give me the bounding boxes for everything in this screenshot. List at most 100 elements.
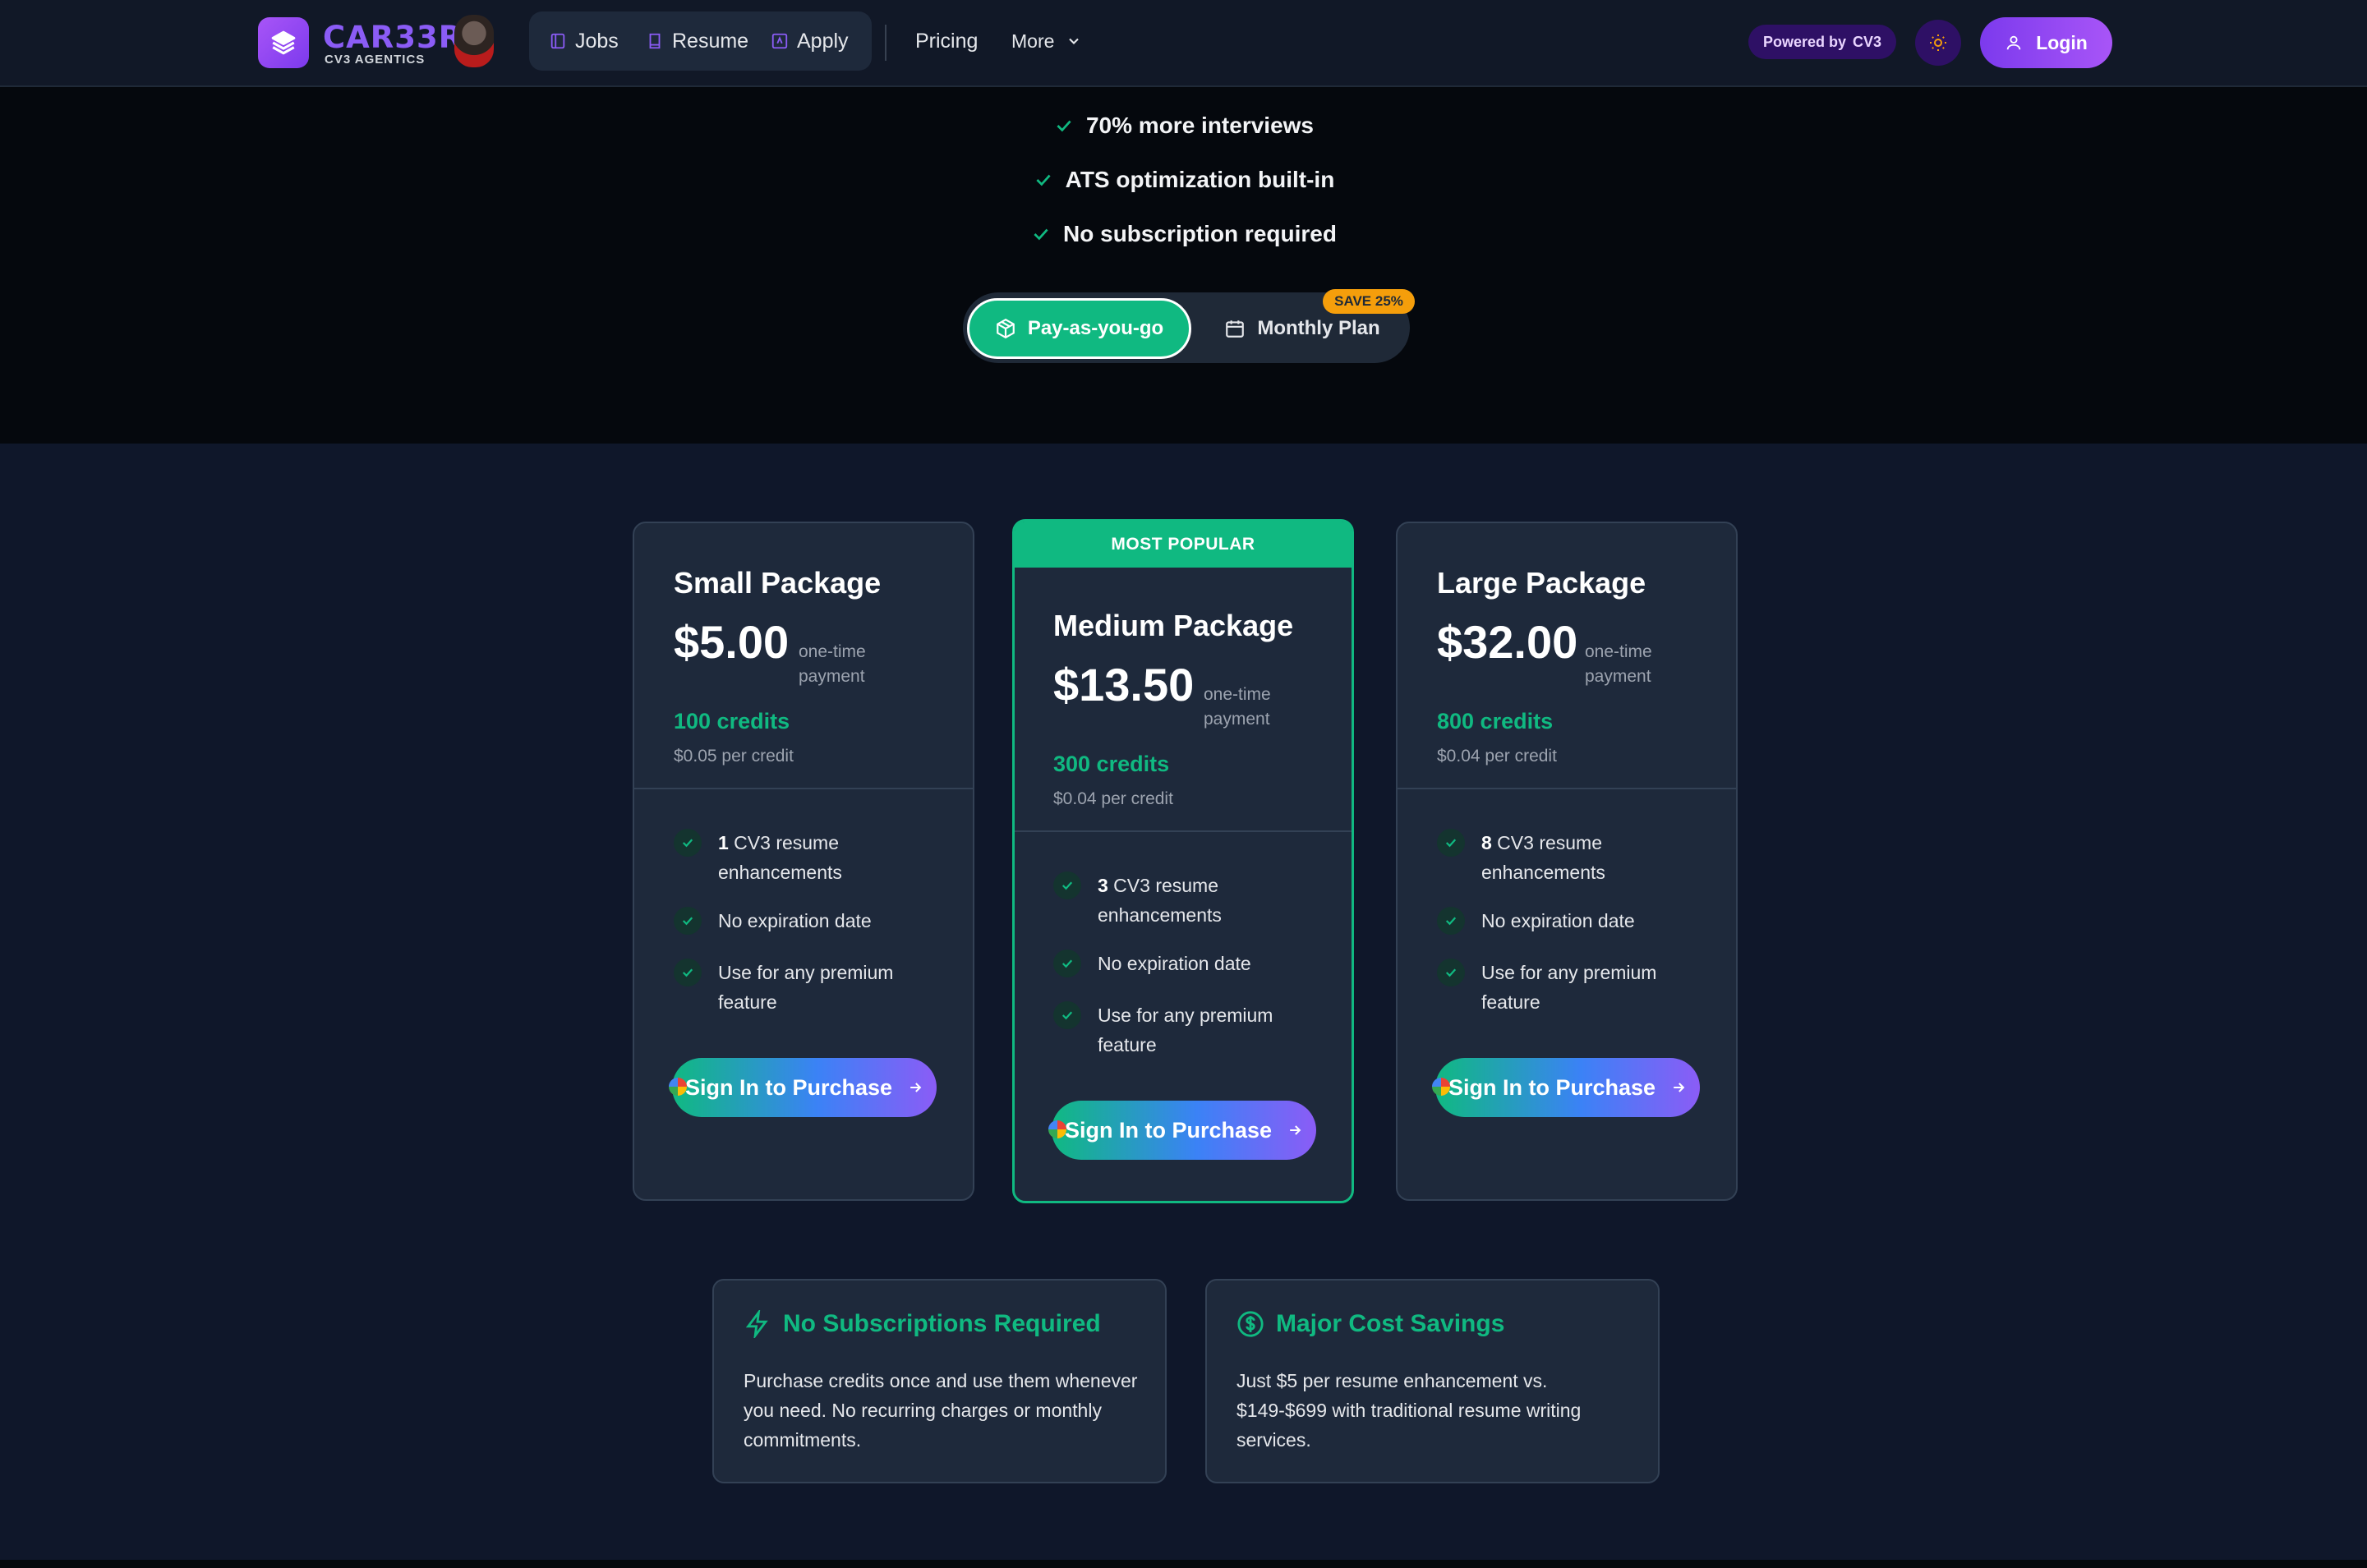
check-icon <box>1036 174 1051 186</box>
nav-resume[interactable]: Resume <box>646 11 748 71</box>
brand-name[interactable]: CAR33R <box>323 20 463 55</box>
check-circle-icon <box>1053 1001 1081 1029</box>
logo-layers-icon[interactable] <box>258 17 309 68</box>
feature-text: No expiration date <box>1098 953 1251 974</box>
google-icon <box>1048 1120 1066 1138</box>
nav-apply[interactable]: Apply <box>771 11 849 71</box>
feature-item: Use for any premium feature <box>674 958 932 1017</box>
user-icon <box>2006 35 2021 50</box>
hero-section: 70% more interviews ATS optimization bui… <box>0 87 2367 444</box>
feature-text: 8 CV3 resume enhancements <box>1481 832 1605 883</box>
feature-text: No expiration date <box>718 910 872 931</box>
arrow-right-icon <box>1290 1125 1301 1135</box>
info-title-label: No Subscriptions Required <box>783 1310 1101 1337</box>
bookmark-icon <box>649 33 661 49</box>
info-body: Purchase credits once and use them whene… <box>744 1370 1138 1451</box>
book-icon <box>550 33 565 49</box>
feature-item: 8 CV3 resume enhancements <box>1437 828 1695 887</box>
nav-pricing-label: Pricing <box>915 29 979 53</box>
nav-divider <box>885 25 886 61</box>
nav-more-label: More <box>1011 30 1055 52</box>
pay-as-you-go-tab[interactable]: Pay-as-you-go <box>967 298 1191 359</box>
footer-edge <box>0 1560 2367 1568</box>
package-price: $13.50 <box>1053 659 1195 710</box>
sun-icon <box>1930 34 1946 51</box>
card-divider <box>634 788 973 789</box>
card-divider <box>1398 788 1736 789</box>
powered-by-badge[interactable]: Powered by CV3 <box>1748 25 1896 59</box>
feature-item: Use for any premium feature <box>1437 958 1695 1017</box>
benefit-item: No subscription required <box>0 221 2367 247</box>
sparkle-square-icon <box>771 33 788 49</box>
nav-jobs-label: Jobs <box>575 29 619 53</box>
benefit-item: 70% more interviews <box>0 113 2367 139</box>
package-price: $5.00 <box>674 616 790 668</box>
nav-pricing[interactable]: Pricing <box>915 11 978 71</box>
feature-item: No expiration date <box>1437 906 1695 936</box>
nav-apply-label: Apply <box>797 29 849 53</box>
lightning-icon <box>745 1310 768 1338</box>
powered-by-brand: CV3 <box>1853 33 1882 50</box>
login-button[interactable]: Login <box>1980 17 2112 68</box>
pricing-card-small: Small Package $5.00 one-time payment 100… <box>633 522 974 1201</box>
save-badge: SAVE 25% <box>1323 289 1415 314</box>
check-circle-icon <box>674 907 702 935</box>
package-name: Small Package <box>674 566 882 600</box>
info-title: No Subscriptions Required <box>744 1310 1101 1338</box>
feature-text: Use for any premium feature <box>1098 1005 1273 1055</box>
nav-resume-label: Resume <box>672 29 749 53</box>
info-title: Major Cost Savings <box>1236 1310 1504 1338</box>
package-credits: 300 credits <box>1053 752 1170 776</box>
benefit-label: ATS optimization built-in <box>1065 167 1335 192</box>
pricing-card-medium: MOST POPULAR Medium Package $13.50 one-t… <box>1012 519 1354 1203</box>
feature-item: Use for any premium feature <box>1053 1000 1311 1060</box>
per-credit-price: $0.05 per credit <box>674 747 794 766</box>
price-note: one-time payment <box>1585 642 1652 686</box>
monthly-plan-label: Monthly Plan <box>1257 317 1380 339</box>
calendar-icon <box>1226 320 1245 338</box>
check-circle-icon <box>1053 950 1081 977</box>
nav-jobs[interactable]: Jobs <box>549 11 619 71</box>
check-circle-icon <box>674 959 702 986</box>
pricing-card-large: Large Package $32.00 one-time payment 80… <box>1396 522 1738 1201</box>
feature-item: No expiration date <box>1053 949 1311 978</box>
info-box-cost-savings: Major Cost Savings Just $5 per resume en… <box>1205 1279 1660 1483</box>
benefit-item: ATS optimization built-in <box>0 167 2367 193</box>
benefit-label: 70% more interviews <box>1085 113 1315 138</box>
check-icon <box>1034 228 1048 241</box>
navbar: CAR33R CV3 AGENTICS Jobs Resume Apply Pr… <box>0 0 2367 87</box>
feature-text: Use for any premium feature <box>718 962 894 1013</box>
arrow-right-icon <box>1674 1083 1685 1092</box>
theme-toggle-button[interactable] <box>1915 20 1961 66</box>
pay-as-you-go-label: Pay-as-you-go <box>1027 317 1164 339</box>
google-icon <box>1432 1078 1450 1096</box>
per-credit-price: $0.04 per credit <box>1053 789 1173 808</box>
info-body: Just $5 per resume enhancement vs. $149-… <box>1236 1370 1582 1451</box>
info-box-no-subscriptions: No Subscriptions Required Purchase credi… <box>712 1279 1167 1483</box>
check-circle-icon <box>1437 907 1465 935</box>
sign-in-to-purchase-button[interactable]: Sign In to Purchase <box>669 1058 937 1117</box>
sign-in-to-purchase-button[interactable]: Sign In to Purchase <box>1432 1058 1700 1117</box>
check-circle-icon <box>1437 959 1465 986</box>
feature-item: No expiration date <box>674 906 932 936</box>
package-credits: 800 credits <box>1437 709 1554 733</box>
most-popular-badge: MOST POPULAR <box>1015 522 1352 568</box>
feature-item: 1 CV3 resume enhancements <box>674 828 932 887</box>
price-note: one-time payment <box>799 642 866 686</box>
brand-subtitle: CV3 AGENTICS <box>325 53 426 67</box>
card-divider <box>1015 830 1352 832</box>
purchase-label: Sign In to Purchase <box>1448 1074 1656 1100</box>
nav-more-dropdown[interactable]: More <box>1011 11 1082 71</box>
check-icon <box>1057 120 1071 132</box>
dollar-circle-icon <box>1237 1311 1264 1337</box>
arrow-right-icon <box>910 1083 922 1092</box>
purchase-label: Sign In to Purchase <box>1064 1117 1273 1143</box>
check-circle-icon <box>1053 871 1081 899</box>
check-circle-icon <box>674 829 702 857</box>
check-circle-icon <box>1437 829 1465 857</box>
feature-text: 3 CV3 resume enhancements <box>1098 875 1222 926</box>
purchase-label: Sign In to Purchase <box>684 1074 893 1100</box>
package-icon <box>996 318 1015 339</box>
sign-in-to-purchase-button[interactable]: Sign In to Purchase <box>1048 1101 1316 1160</box>
feature-text: Use for any premium feature <box>1481 962 1657 1013</box>
